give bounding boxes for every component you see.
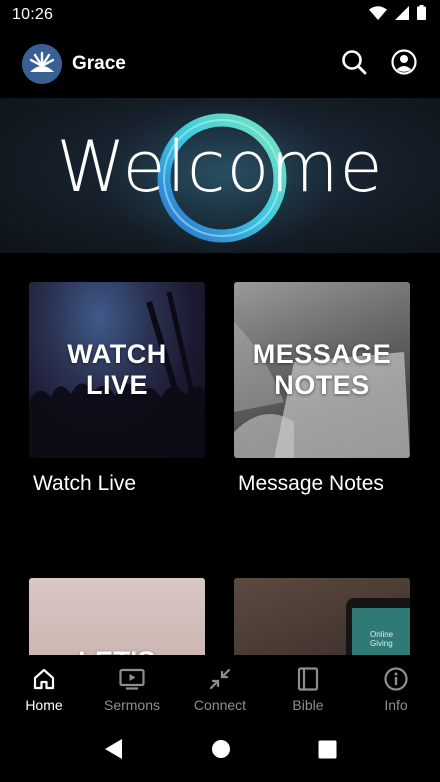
info-icon bbox=[383, 666, 409, 692]
nav-home[interactable]: Home bbox=[0, 655, 88, 721]
content-grid: WATCH LIVE Watch Live MESSAGE NOTES Mess… bbox=[0, 253, 440, 655]
account-icon bbox=[391, 48, 417, 80]
status-icons bbox=[369, 5, 426, 25]
status-time: 10:26 bbox=[12, 6, 54, 23]
tile-message-notes[interactable]: MESSAGE NOTES Message Notes bbox=[234, 282, 410, 496]
battery-icon bbox=[417, 5, 426, 25]
search-button[interactable] bbox=[336, 46, 372, 82]
back-icon[interactable] bbox=[104, 738, 124, 765]
home-circle-icon[interactable] bbox=[211, 739, 231, 764]
nav-label: Home bbox=[25, 697, 63, 713]
nav-bible[interactable]: Bible bbox=[264, 655, 352, 721]
book-icon bbox=[295, 666, 321, 692]
nav-sermons[interactable]: Sermons bbox=[88, 655, 176, 721]
system-nav bbox=[0, 721, 440, 782]
nav-info[interactable]: Info bbox=[352, 655, 440, 721]
app-title: Grace bbox=[72, 53, 126, 74]
arrows-in-icon bbox=[207, 666, 233, 692]
tile-image-detail: Online Giving bbox=[370, 630, 394, 648]
app-bar: Grace bbox=[0, 30, 440, 98]
bottom-nav: Home Sermons Connect Bible Info bbox=[0, 655, 440, 721]
cellular-icon bbox=[395, 5, 409, 25]
tile-image: WATCH LIVE bbox=[29, 282, 205, 458]
recents-icon[interactable] bbox=[318, 740, 337, 764]
nav-label: Connect bbox=[193, 697, 247, 713]
tile-image: LET'S bbox=[29, 578, 205, 655]
tile-image-text: WATCH LIVE bbox=[67, 339, 167, 400]
tile-image-text: MESSAGE NOTES bbox=[252, 339, 392, 400]
grace-logo[interactable] bbox=[22, 44, 62, 84]
nav-label: Bible bbox=[292, 697, 324, 713]
nav-label: Sermons bbox=[103, 697, 161, 713]
welcome-title: Welcome bbox=[56, 126, 384, 208]
tile-label: Message Notes bbox=[238, 472, 384, 495]
status-bar: 10:26 bbox=[0, 0, 440, 30]
nav-connect[interactable]: Connect bbox=[176, 655, 264, 721]
tile-giving[interactable]: Online Giving bbox=[234, 578, 410, 655]
tile-watch-live[interactable]: WATCH LIVE Watch Live bbox=[29, 282, 205, 496]
tile-lets[interactable]: LET'S bbox=[29, 578, 205, 655]
account-button[interactable] bbox=[386, 46, 422, 82]
home-icon bbox=[31, 666, 57, 692]
tile-image: Online Giving bbox=[234, 578, 410, 655]
tv-icon bbox=[119, 666, 145, 692]
tile-label: Watch Live bbox=[33, 472, 137, 495]
nav-label: Info bbox=[384, 697, 408, 713]
wifi-icon bbox=[369, 5, 387, 25]
tile-image: MESSAGE NOTES bbox=[234, 282, 410, 458]
search-icon bbox=[341, 49, 367, 80]
tile-image-text: LET'S bbox=[78, 646, 156, 656]
welcome-banner[interactable]: Welcome bbox=[0, 98, 440, 253]
